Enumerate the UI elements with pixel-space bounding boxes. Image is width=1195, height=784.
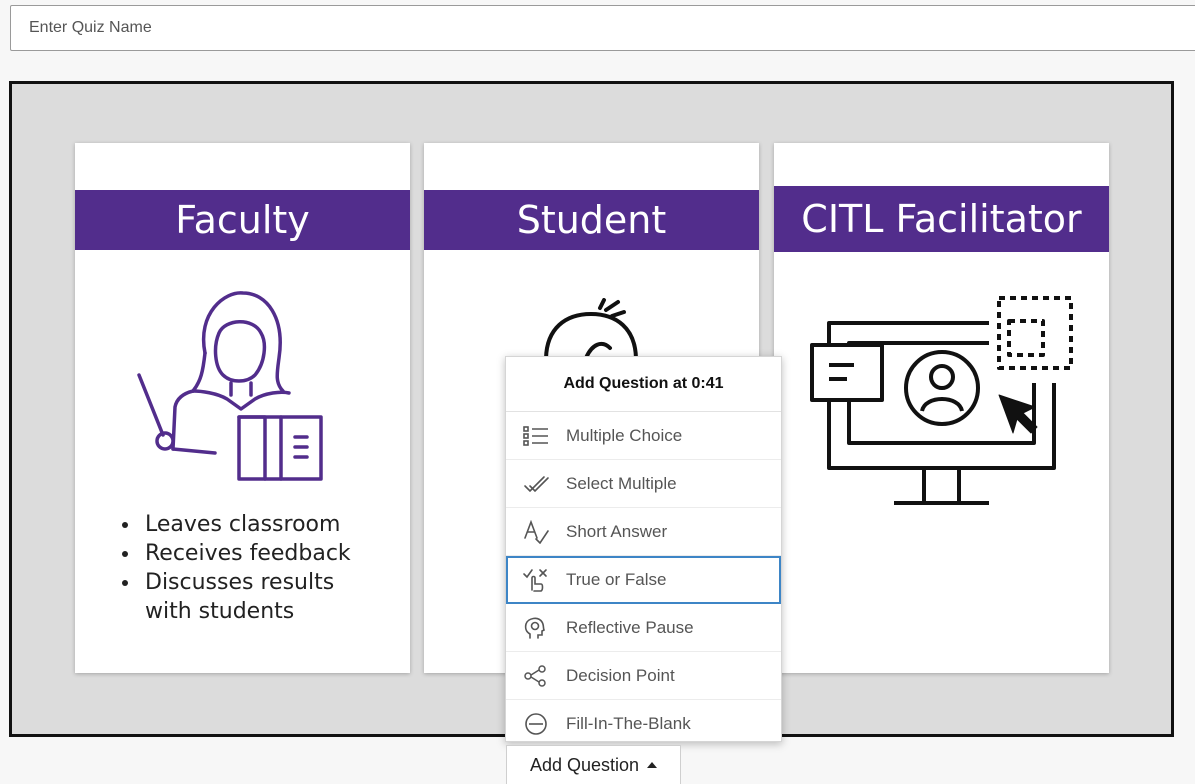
bullet-item: Discusses results — [141, 568, 351, 597]
menu-item-label: Short Answer — [566, 521, 668, 541]
list-icon — [522, 424, 550, 448]
menu-item-reflective-pause[interactable]: Reflective Pause — [506, 604, 781, 652]
menu-item-true-or-false[interactable]: True or False — [506, 556, 781, 604]
faculty-bullets: Leaves classroom Receives feedback Discu… — [113, 510, 351, 626]
citl-facilitator-banner: CITL Facilitator — [774, 186, 1109, 252]
menu-item-fill-in-the-blank[interactable]: Fill-In-The-Blank — [506, 700, 781, 747]
bullet-item: Leaves classroom — [141, 510, 351, 539]
menu-item-decision-point[interactable]: Decision Point — [506, 652, 781, 700]
add-question-menu: Add Question at 0:41 Multiple Choice Sel… — [505, 356, 782, 742]
menu-item-label: Multiple Choice — [566, 425, 683, 445]
menu-header: Add Question at 0:41 — [506, 357, 781, 412]
add-question-label: Add Question — [529, 754, 640, 775]
teacher-icon — [137, 291, 323, 481]
student-banner: Student — [424, 190, 759, 250]
bullet-item-continuation: with students — [145, 599, 295, 624]
menu-item-short-answer[interactable]: Short Answer — [506, 508, 781, 556]
faculty-banner: Faculty — [75, 190, 410, 250]
menu-item-label: Reflective Pause — [566, 617, 694, 637]
menu-item-select-multiple[interactable]: Select Multiple — [506, 460, 781, 508]
menu-item-label: True or False — [566, 569, 667, 589]
share-nodes-icon — [522, 664, 550, 688]
menu-item-label: Select Multiple — [566, 473, 677, 493]
student-face-icon — [544, 298, 638, 358]
head-idea-icon — [522, 616, 550, 640]
blank-circle-icon — [522, 712, 550, 736]
add-question-button[interactable]: Add Question — [506, 745, 681, 784]
double-check-icon — [522, 472, 550, 496]
text-answer-icon — [522, 519, 550, 544]
menu-item-label: Decision Point — [566, 665, 675, 685]
quiz-name-input[interactable] — [10, 5, 1195, 51]
computer-user-icon — [810, 296, 1073, 505]
citl-facilitator-card: CITL Facilitator — [774, 143, 1109, 673]
menu-item-label: Fill-In-The-Blank — [566, 713, 691, 733]
faculty-card: Faculty Leaves classroom Receives feedba… — [75, 143, 410, 673]
bullet-item: Receives feedback — [141, 539, 351, 568]
caret-up-icon — [647, 762, 658, 768]
menu-item-multiple-choice[interactable]: Multiple Choice — [506, 412, 781, 460]
true-false-icon — [522, 568, 550, 592]
